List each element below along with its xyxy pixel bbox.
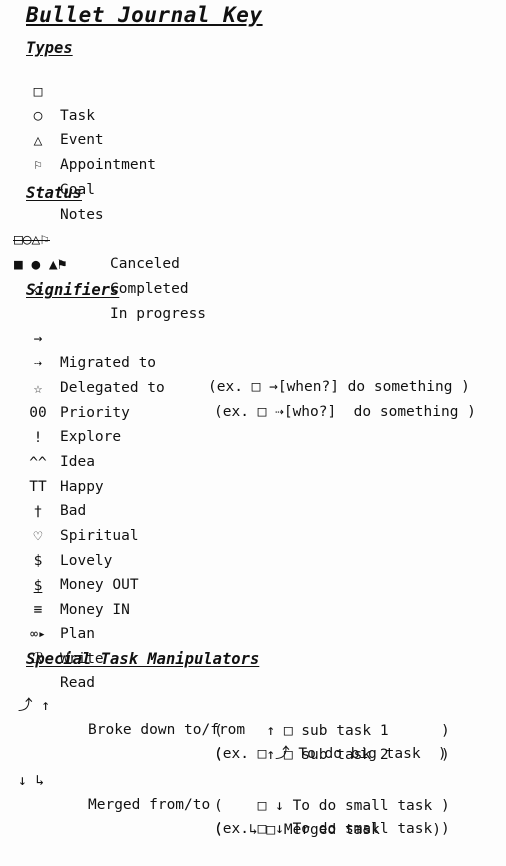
key-row-broke-down-sub-2: ( ↑ □ sub task 2 ) xyxy=(0,719,506,763)
section-heading-special-task-manipulators: Special Task Manipulators xyxy=(26,650,260,668)
key-row-broke-down-sub-1: ( ↑ □ sub task 1 ) xyxy=(0,695,506,739)
key-row-read: ℛ Read xyxy=(0,623,506,691)
section-heading-signifiers: Signifiers xyxy=(26,281,120,299)
key-row-completed: ■ ● ▲⚑ Completed xyxy=(0,229,506,297)
section-heading-status: Status xyxy=(26,184,82,202)
key-row-canceled: □○△⚐ Canceled xyxy=(0,204,506,272)
key-row-bad: TT Bad xyxy=(0,451,506,519)
key-row-merged: ↓ ↳ Merged from/to (ex. □ ↓ To do small … xyxy=(0,745,506,837)
key-row-goal: ⚐ Goal xyxy=(0,130,506,198)
key-row-lovely: ♡ Lovely xyxy=(0,501,506,569)
key-row-event: ○ Event xyxy=(0,80,506,148)
key-label-completed: Completed xyxy=(110,281,189,297)
key-row-broke-down: ⤴ ↑ Broke down to/from (ex. □ ⤴ To do bi… xyxy=(0,670,506,762)
key-row-task: □ Task xyxy=(0,56,506,124)
page-title: Bullet Journal Key xyxy=(26,3,263,27)
key-row-spiritual: † Spiritual xyxy=(0,476,506,544)
key-row-happy: ^^ Happy xyxy=(0,427,506,495)
key-row-money-in: $ Money IN xyxy=(0,550,506,618)
key-row-merged-sub-1: ( □ ↓ To do small task ) xyxy=(0,770,506,814)
key-row-merged-sub-2: ( ↳ □ Merged task ) xyxy=(0,794,506,838)
key-row-appointment: △ Appointment xyxy=(0,105,506,173)
key-example-merged-3: ( ↳ □ Merged task ) xyxy=(214,822,441,838)
key-row-money-out: $ Money OUT xyxy=(0,525,506,593)
key-row-write: ∞▸ Write xyxy=(0,599,506,667)
key-row-idea: ! Idea xyxy=(0,402,506,470)
bullet-journal-key-page: Bullet Journal Key Types □ Task ○ Event … xyxy=(0,0,506,838)
key-row-notes: · Notes xyxy=(0,155,506,223)
key-row-migrated-to: → Migrated to (ex. □ →[when?] do somethi… xyxy=(0,303,506,395)
key-row-explore: 00 Explore xyxy=(0,377,506,445)
key-row-plan: ≡ Plan xyxy=(0,574,506,642)
key-row-delegated-to: ⇢ Delegated to (ex. □ ⇢[who?] do somethi… xyxy=(0,328,506,420)
key-row-in-progress: ◇ In progress xyxy=(0,254,506,322)
section-heading-types: Types xyxy=(26,39,73,57)
key-row-priority: ☆ Priority xyxy=(0,353,506,421)
